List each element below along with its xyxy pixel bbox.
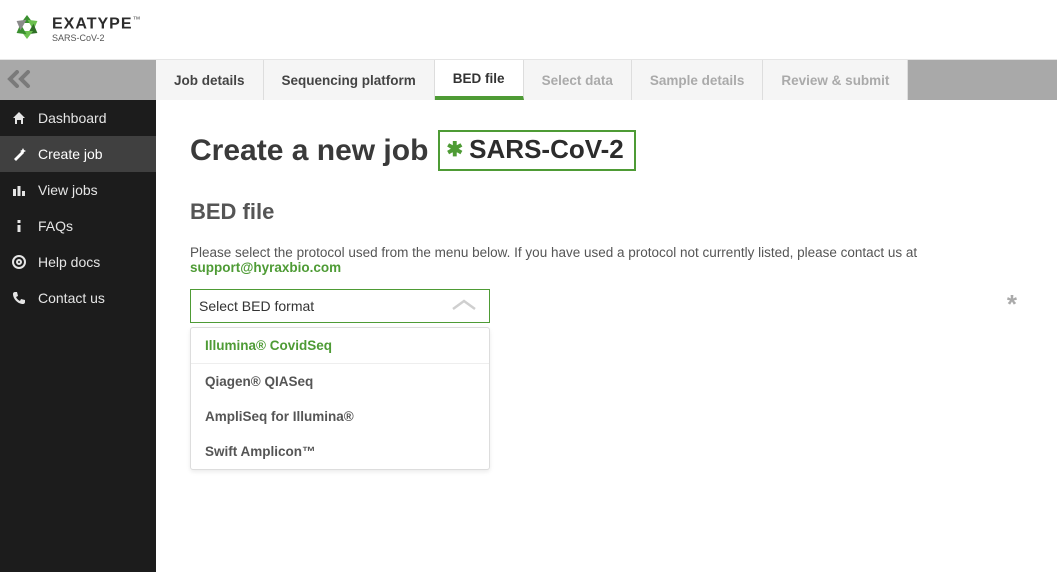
virus-badge: ✱ SARS-CoV-2 <box>438 130 635 171</box>
brand-tm: ™ <box>133 15 141 24</box>
sidebar-item-create-job[interactable]: Create job <box>0 136 156 172</box>
dropdown-option-qiagen-qiaseq[interactable]: Qiagen® QIASeq <box>191 364 489 399</box>
dropdown-option-illumina-covidseq[interactable]: Illumina® CovidSeq <box>191 328 489 364</box>
tab-sequencing-platform[interactable]: Sequencing platform <box>264 60 435 100</box>
support-email-link[interactable]: support@hyraxbio.com <box>190 260 341 275</box>
virus-icon: ✱ <box>446 137 463 162</box>
sidebar: Dashboard Create job View jobs FAQs Help <box>0 60 156 572</box>
brand-logo[interactable]: EXATYPE™ SARS-CoV-2 <box>10 10 141 49</box>
bars-icon <box>12 183 26 197</box>
sidebar-item-label: View jobs <box>38 182 98 198</box>
virus-badge-label: SARS-CoV-2 <box>469 134 624 165</box>
sidebar-item-label: FAQs <box>38 218 73 234</box>
brand-subtitle: SARS-CoV-2 <box>52 34 141 43</box>
info-icon <box>12 219 26 233</box>
top-header: EXATYPE™ SARS-CoV-2 <box>0 0 1057 60</box>
sidebar-item-label: Dashboard <box>38 110 107 126</box>
tab-sample-details: Sample details <box>632 60 764 100</box>
section-title: BED file <box>190 199 1023 225</box>
sidebar-item-view-jobs[interactable]: View jobs <box>0 172 156 208</box>
page-heading: Create a new job <box>190 134 428 168</box>
brand-text: EXATYPE™ SARS-CoV-2 <box>52 16 141 43</box>
dropdown-option-swift-amplicon[interactable]: Swift Amplicon™ <box>191 434 489 469</box>
tab-job-details[interactable]: Job details <box>156 60 264 100</box>
bed-format-dropdown: Illumina® CovidSeq Qiagen® QIASeq AmpliS… <box>190 327 490 470</box>
page-title-row: Create a new job ✱ SARS-CoV-2 <box>190 130 1023 171</box>
dropdown-option-ampliseq-illumina[interactable]: AmpliSeq for Illumina® <box>191 399 489 434</box>
section-description: Please select the protocol used from the… <box>190 245 1023 275</box>
brand-name: EXATYPE <box>52 15 133 32</box>
sidebar-collapse-toggle[interactable] <box>0 60 156 100</box>
tab-select-data: Select data <box>524 60 632 100</box>
life-ring-icon <box>12 255 26 269</box>
chevron-up-icon <box>449 298 479 315</box>
select-placeholder: Select BED format <box>199 298 314 314</box>
sidebar-item-help-docs[interactable]: Help docs <box>0 244 156 280</box>
tab-review-submit: Review & submit <box>763 60 908 100</box>
required-indicator: * <box>1007 289 1023 320</box>
wizard-tabs: Job details Sequencing platform BED file… <box>156 60 1057 100</box>
sidebar-item-label: Create job <box>38 146 103 162</box>
chevron-double-left-icon <box>6 70 34 91</box>
content-area: Job details Sequencing platform BED file… <box>156 60 1057 572</box>
sidebar-item-label: Contact us <box>38 290 105 306</box>
sidebar-item-contact-us[interactable]: Contact us <box>0 280 156 316</box>
phone-icon <box>12 291 26 305</box>
bed-format-select[interactable]: Select BED format <box>190 289 490 323</box>
brand-mark-icon <box>10 10 44 49</box>
sidebar-item-label: Help docs <box>38 254 100 270</box>
sidebar-item-dashboard[interactable]: Dashboard <box>0 100 156 136</box>
wand-icon <box>12 147 26 161</box>
sidebar-item-faqs[interactable]: FAQs <box>0 208 156 244</box>
tab-bed-file[interactable]: BED file <box>435 60 524 100</box>
home-icon <box>12 111 26 125</box>
